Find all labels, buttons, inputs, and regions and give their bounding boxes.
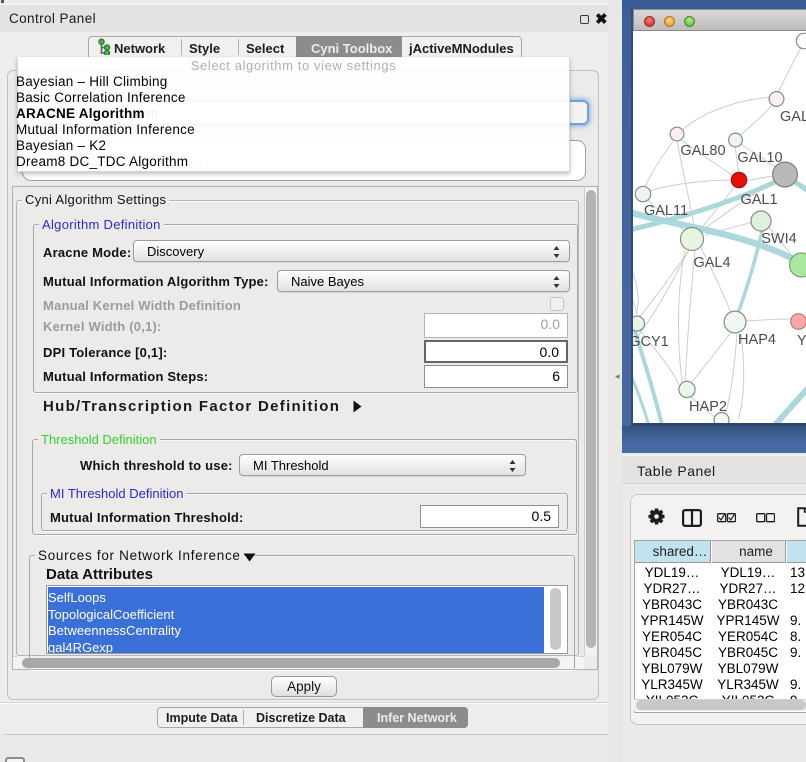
svg-text:HAP2: HAP2 — [689, 399, 727, 415]
svg-text:GAL80: GAL80 — [680, 143, 725, 159]
svg-text:HAP4: HAP4 — [738, 332, 776, 348]
svg-text:GAL1: GAL1 — [740, 192, 777, 208]
svg-text:GCY1: GCY1 — [633, 334, 669, 350]
svg-text:Y: Y — [797, 333, 806, 349]
svg-text:GAL4: GAL4 — [693, 255, 730, 271]
svg-text:GAL11: GAL11 — [644, 203, 688, 219]
svg-text:GAL: GAL — [780, 109, 806, 125]
svg-text:SWI4: SWI4 — [761, 231, 796, 247]
svg-text:GAL10: GAL10 — [737, 150, 782, 166]
